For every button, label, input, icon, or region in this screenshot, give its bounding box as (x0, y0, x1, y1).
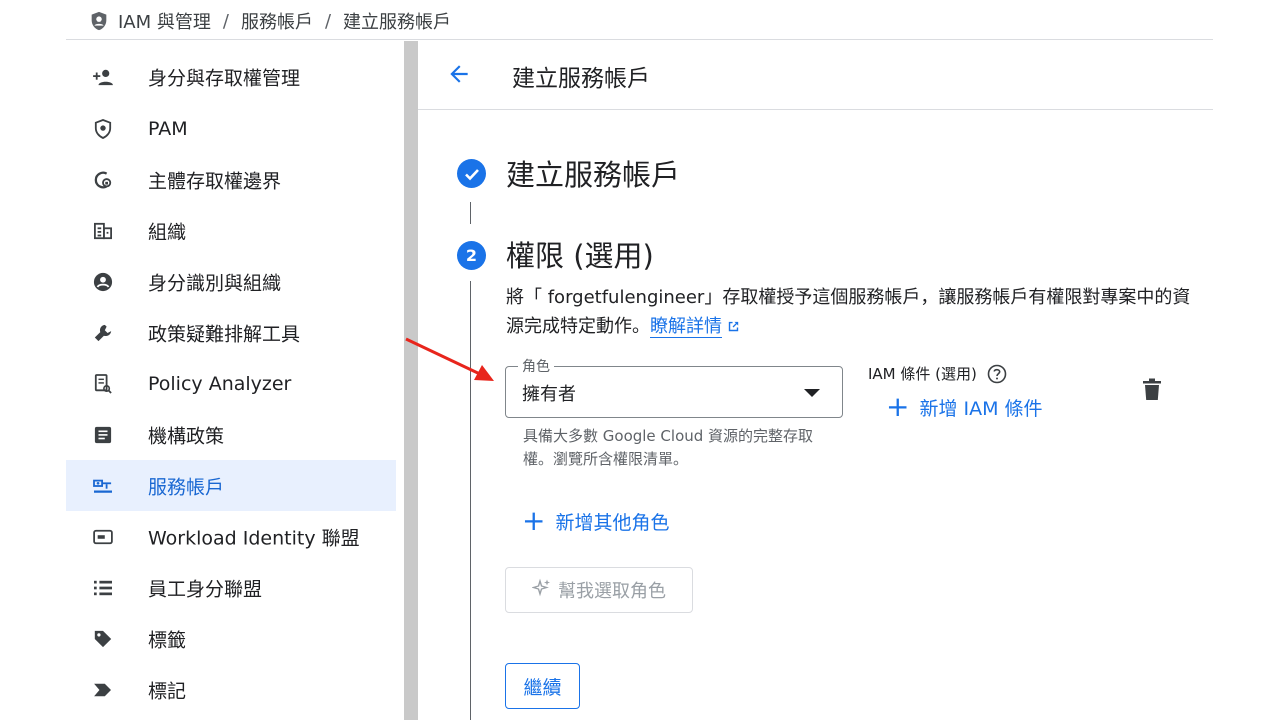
page-title: 建立服務帳戶 (512, 66, 650, 92)
label-icon (92, 679, 114, 701)
breadcrumb-item-iam[interactable]: IAM 與管理 (118, 8, 211, 34)
iam-condition-label-text: IAM 條件 (選用) (868, 365, 977, 383)
breadcrumb-item-current: 建立服務帳戶 (343, 12, 452, 33)
plus-icon: + (522, 504, 546, 537)
sidebar-item-workforce-identity[interactable]: 員工身分聯盟 (66, 562, 396, 613)
sidebar-item-tags[interactable]: 標籤 (66, 613, 396, 664)
role-help-text: 具備大多數 Google Cloud 資源的完整存取權。瀏覽所含權限清單。 (523, 427, 814, 468)
sidebar-item-label: 機構政策 (148, 425, 225, 447)
breadcrumb-separator: / (222, 10, 229, 32)
continue-button[interactable]: 繼續 (505, 663, 580, 709)
help-icon[interactable] (987, 364, 1007, 384)
sidebar-item-label: 員工身分聯盟 (148, 578, 263, 600)
step-2-number-badge: 2 (457, 241, 486, 270)
breadcrumb-item-service-accounts[interactable]: 服務帳戶 (241, 8, 313, 34)
wrench-icon (92, 322, 114, 344)
role-select[interactable]: 角色 擁有者 (505, 356, 843, 418)
person-add-icon (92, 66, 114, 88)
back-button[interactable] (444, 61, 474, 91)
add-iam-condition-label: 新增 IAM 條件 (919, 397, 1043, 420)
policy-analyzer-icon (92, 373, 114, 395)
sidebar-nav: 身分與存取權管理 PAM 主體存取權邊界 組織 身分識別與組織 政策疑難排解工具 (66, 41, 396, 720)
sidebar-item-label: Policy Analyzer (148, 372, 292, 395)
open-in-new-icon (726, 314, 741, 343)
step-connector (470, 202, 471, 224)
sidebar-item-service-accounts[interactable]: 服務帳戶 (66, 460, 396, 511)
sidebar-item-labels[interactable]: 標記 (66, 664, 396, 715)
sidebar-item-label: 標籤 (148, 629, 187, 651)
sidebar-item-organization[interactable]: 組織 (66, 205, 396, 256)
sidebar-item-label: 身分識別與組織 (148, 272, 282, 294)
permissions-description: 將「 forgetfulengineer」存取權授予這個服務帳戶，讓服務帳戶有權… (506, 283, 1196, 343)
sidebar-item-org-policies[interactable]: 機構政策 (66, 409, 396, 460)
sidebar-item-label: 標記 (148, 680, 187, 702)
access-boundary-icon (92, 169, 114, 191)
add-iam-condition-button[interactable]: + 新增 IAM 條件 (886, 393, 1043, 421)
sidebar-scrollbar[interactable] (404, 41, 418, 720)
service-account-icon (92, 475, 114, 497)
sidebar-item-label: Workload Identity 聯盟 (148, 527, 360, 549)
help-choose-role-label: 幫我選取角色 (558, 581, 666, 602)
shield-icon (92, 118, 114, 140)
role-select-label: 角色 (518, 356, 554, 376)
iam-condition-label: IAM 條件 (選用) (868, 363, 1007, 384)
step-2-title: 權限 (選用) (506, 239, 654, 273)
learn-more-link[interactable]: 瞭解詳情 (650, 316, 722, 338)
sidebar-item-label: 組織 (148, 221, 187, 243)
add-another-role-label: 新增其他角色 (555, 511, 670, 534)
iam-shield-icon (88, 10, 110, 32)
help-choose-role-button[interactable]: 幫我選取角色 (505, 567, 693, 613)
step-complete-check-icon (457, 159, 486, 188)
list-icon (92, 577, 114, 599)
breadcrumb: IAM 與管理 / 服務帳戶 / 建立服務帳戶 (88, 8, 451, 34)
workload-identity-icon (92, 526, 114, 548)
sidebar-item-label: 身分與存取權管理 (148, 67, 301, 89)
arrow-back-icon (446, 61, 472, 91)
main-content: 建立服務帳戶 建立服務帳戶 2 權限 (選用) 將「 forgetfulengi… (418, 41, 1213, 720)
sidebar-item-pam[interactable]: PAM (66, 103, 396, 154)
organization-icon (92, 220, 114, 242)
sidebar-item-workload-identity[interactable]: Workload Identity 聯盟 (66, 511, 396, 562)
step-1-title[interactable]: 建立服務帳戶 (506, 152, 680, 194)
top-bar: IAM 與管理 / 服務帳戶 / 建立服務帳戶 (66, 0, 1213, 40)
trash-icon (1142, 378, 1162, 406)
permissions-description-text: 將「 forgetfulengineer」存取權授予這個服務帳戶，讓服務帳戶有權… (506, 287, 1191, 337)
breadcrumb-separator: / (324, 10, 332, 32)
page-header: 建立服務帳戶 (418, 41, 1213, 110)
sidebar-item-iam[interactable]: 身分與存取權管理 (66, 51, 396, 102)
role-select-value: 擁有者 (522, 384, 576, 405)
learn-more-link-label: 瞭解詳情 (650, 316, 722, 337)
add-another-role-button[interactable]: + 新增其他角色 (522, 507, 669, 535)
document-icon (92, 424, 114, 446)
sidebar-item-troubleshooter[interactable]: 政策疑難排解工具 (66, 307, 396, 358)
sidebar-item-identity-org[interactable]: 身分識別與組織 (66, 256, 396, 307)
step-connector (470, 281, 471, 720)
sidebar-item-label: PAM (148, 117, 188, 140)
plus-icon: + (886, 390, 910, 423)
sidebar-item-label: 主體存取權邊界 (148, 170, 282, 192)
sidebar-item-access-boundary[interactable]: 主體存取權邊界 (66, 154, 396, 205)
account-circle-icon (92, 271, 114, 293)
continue-button-label: 繼續 (523, 676, 562, 699)
sidebar-item-label: 服務帳戶 (148, 476, 225, 498)
tag-icon (92, 628, 114, 650)
sidebar-item-label: 政策疑難排解工具 (148, 323, 301, 345)
dropdown-arrow-icon (804, 389, 820, 397)
sparkle-icon (531, 578, 552, 603)
sidebar-item-policy-analyzer[interactable]: Policy Analyzer (66, 358, 396, 409)
delete-role-button[interactable] (1142, 378, 1162, 402)
